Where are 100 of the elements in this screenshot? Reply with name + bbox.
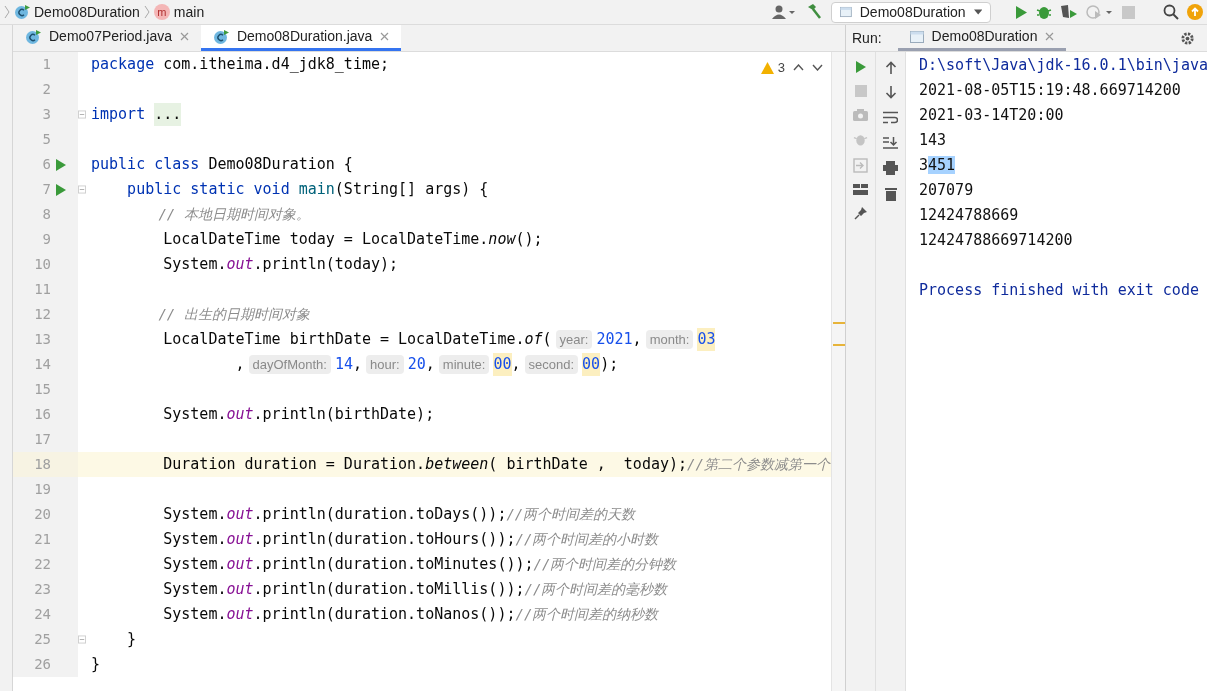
- editor-tab[interactable]: Demo08Duration.java: [200, 25, 402, 51]
- chevron-icon: [143, 5, 150, 19]
- exit-icon[interactable]: [853, 158, 868, 173]
- code-text: LocalDateTime today = LocalDateTime.: [162, 229, 489, 251]
- up-icon[interactable]: [793, 64, 804, 72]
- line-number: 18: [33, 455, 51, 474]
- folded-import[interactable]: ...: [154, 103, 182, 126]
- close-icon[interactable]: [1045, 32, 1055, 41]
- code-text: ,: [234, 354, 245, 376]
- code-text: System.: [162, 554, 227, 576]
- profiler-icon[interactable]: [1086, 4, 1114, 20]
- console-line: 2021-08-05T15:19:48.669714200: [919, 80, 1181, 102]
- field-name: out: [226, 579, 254, 601]
- line-number: 15: [33, 380, 51, 399]
- code-text: (String[] args) {: [334, 179, 489, 201]
- code-text: (: [542, 329, 552, 351]
- code-text: System.: [162, 404, 227, 426]
- class-icon: [212, 28, 229, 45]
- code-comment: // 出生的日期时间对象: [157, 305, 310, 324]
- window-icon: [840, 6, 852, 18]
- fold-icon[interactable]: [78, 110, 86, 119]
- line-number: 23: [33, 580, 51, 599]
- field-name: out: [226, 504, 254, 526]
- code-comment: //两个时间差的纳秒数: [515, 605, 659, 624]
- code-text: System.: [162, 504, 227, 526]
- keyword: import: [91, 104, 146, 126]
- breadcrumb-item[interactable]: Demo08Duration: [34, 1, 140, 23]
- console-line: 3451: [919, 155, 956, 177]
- close-icon[interactable]: [380, 32, 390, 41]
- warning-count[interactable]: 3: [760, 58, 785, 78]
- run-icon[interactable]: [55, 182, 67, 197]
- code-text: .println(duration.toHours());: [253, 529, 516, 551]
- parameter-hint: month:: [645, 329, 694, 350]
- code-text: System.: [162, 529, 227, 551]
- code-comment: //两个时间差的天数: [506, 505, 636, 524]
- method-icon: m: [153, 4, 170, 20]
- console-line: 207079: [919, 180, 974, 202]
- coverage-icon[interactable]: [1060, 4, 1078, 20]
- line-number: 20: [33, 505, 51, 524]
- keyword: public class: [91, 154, 200, 176]
- line-number: 3: [41, 105, 51, 124]
- close-icon[interactable]: [179, 32, 189, 41]
- code-text: ,: [353, 354, 363, 376]
- run-config-dropdown[interactable]: Demo08Duration: [831, 1, 991, 23]
- fold-icon[interactable]: [78, 185, 86, 194]
- code-text: ,: [632, 329, 642, 351]
- pin-icon[interactable]: [853, 206, 868, 220]
- change-marker: [833, 322, 845, 324]
- line-number: 7: [41, 180, 51, 199]
- trash-icon[interactable]: [884, 187, 897, 201]
- soft-wrap-icon[interactable]: [883, 111, 898, 124]
- user-icon[interactable]: [771, 4, 797, 20]
- console-line: 12424788669: [919, 205, 1019, 227]
- method-call: between: [425, 454, 489, 476]
- code-text: ,: [511, 354, 521, 376]
- line-number: 16: [33, 405, 51, 424]
- number-literal: 03: [697, 328, 716, 351]
- print-icon[interactable]: [883, 161, 898, 175]
- layout-icon[interactable]: [853, 184, 868, 195]
- code-text: System.: [162, 604, 227, 626]
- run-icon[interactable]: [1015, 4, 1028, 20]
- code-text: ,: [425, 354, 435, 376]
- code-text: Duration duration = Duration.: [162, 454, 426, 476]
- code-text: .println(today);: [253, 254, 399, 276]
- down-icon[interactable]: [812, 64, 823, 72]
- fold-icon[interactable]: [78, 635, 86, 644]
- breadcrumb-item[interactable]: main: [173, 1, 205, 23]
- warning-icon: [760, 61, 774, 74]
- settings-icon[interactable]: [1180, 30, 1195, 46]
- arrow-down-icon[interactable]: [884, 86, 897, 99]
- run-icon[interactable]: [854, 60, 867, 74]
- console-line: 143: [919, 130, 947, 152]
- console-line: D:\soft\Java\jdk-16.0.1\bin\java: [919, 55, 1207, 77]
- bug-icon[interactable]: [1036, 4, 1052, 20]
- run-icon[interactable]: [55, 157, 67, 172]
- parameter-hint: minute:: [438, 354, 490, 375]
- parameter-hint: dayOfMonth:: [248, 354, 331, 375]
- update-icon[interactable]: [1187, 4, 1203, 20]
- line-number: 9: [41, 230, 51, 249]
- line-number: 26: [33, 655, 51, 674]
- code-text: LocalDateTime birthDate = LocalDateTime.: [162, 329, 525, 351]
- line-number: 11: [33, 280, 51, 299]
- field-name: out: [226, 554, 254, 576]
- scroll-to-end-icon[interactable]: [883, 136, 898, 149]
- caret-icon: [973, 9, 982, 15]
- keyword: package: [91, 54, 155, 76]
- editor-tab[interactable]: Demo07Period.java: [13, 25, 201, 51]
- code-text: Demo08Duration {: [207, 154, 353, 176]
- search-icon[interactable]: [1163, 4, 1179, 20]
- field-name: out: [226, 529, 254, 551]
- code-text: System.: [162, 579, 227, 601]
- line-number: 10: [33, 255, 51, 274]
- number-literal: 20: [407, 354, 426, 376]
- line-number: 12: [33, 305, 51, 324]
- line-number: 2: [41, 80, 51, 99]
- arrow-up-icon[interactable]: [884, 61, 897, 74]
- code-text: .println(birthDate);: [253, 404, 435, 426]
- number-literal: 00: [493, 353, 512, 376]
- code-text: com.itheima.d4_jdk8_time;: [162, 54, 390, 76]
- camera-icon[interactable]: [853, 108, 868, 121]
